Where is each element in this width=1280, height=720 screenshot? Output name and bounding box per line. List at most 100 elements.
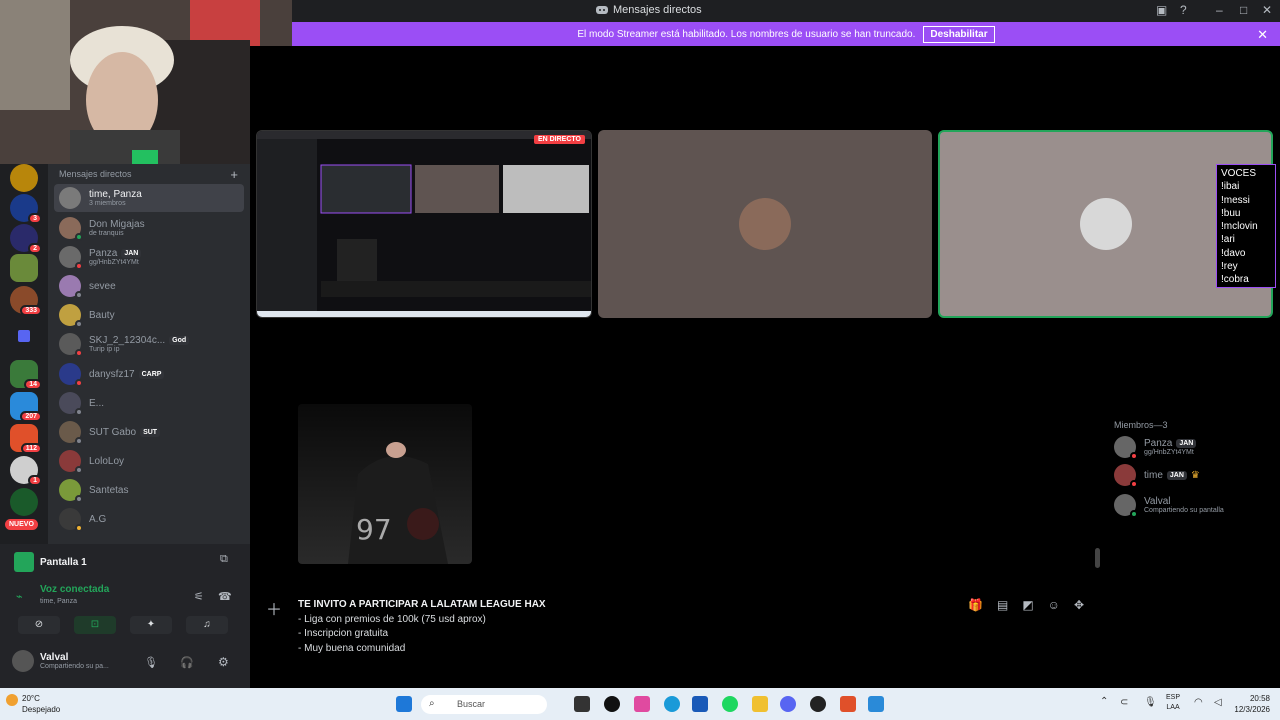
sticker-icon[interactable]: ◩: [1022, 598, 1033, 612]
dm-item[interactable]: A.G: [54, 505, 244, 533]
start-icon[interactable]: [396, 696, 412, 712]
avatar: [59, 217, 83, 241]
server-icon[interactable]: 207: [10, 392, 42, 422]
discord-app-icon[interactable]: [780, 696, 796, 712]
soundboard-button[interactable]: ♫: [186, 616, 228, 634]
server-icon[interactable]: 3: [10, 194, 42, 224]
voice-panel: Pantalla 1 ⧉ ⌁ Voz conectada time, Panza…: [0, 544, 250, 688]
server-icon[interactable]: 333: [10, 286, 42, 316]
popout-icon[interactable]: ⧉: [220, 553, 228, 566]
taskbar-search[interactable]: Buscar: [421, 695, 547, 714]
voice-status: Voz conectada: [40, 584, 110, 595]
server-icon[interactable]: [10, 254, 38, 282]
activities-button[interactable]: ✦: [130, 616, 172, 634]
volume-icon[interactable]: ◁: [1214, 697, 1222, 708]
server-icon[interactable]: 1: [10, 456, 42, 486]
signal-icon[interactable]: ⌁: [16, 590, 23, 603]
avatar: [739, 198, 791, 250]
headphones-icon[interactable]: 🎧: [180, 656, 194, 669]
mic-tray-icon[interactable]: 🎙: [1144, 697, 1157, 708]
dm-item[interactable]: danysfz17 CARP: [54, 360, 244, 388]
gift-icon[interactable]: 🎁: [968, 598, 983, 612]
clock[interactable]: 20:58 12/3/2026: [1234, 693, 1270, 715]
dm-item[interactable]: E...: [54, 389, 244, 417]
member-item[interactable]: time JAN ♛: [1114, 464, 1200, 488]
avatar: [1079, 198, 1132, 250]
spotify-icon[interactable]: [722, 696, 738, 712]
stream-preview: [257, 131, 591, 317]
member-item[interactable]: Valval Compartiendo su pantalla: [1114, 494, 1224, 518]
dm-name: danysfz17 CARP: [89, 369, 165, 380]
avatar: [59, 421, 83, 445]
folder-icon[interactable]: [752, 696, 768, 712]
inbox-icon[interactable]: ▣: [1156, 3, 1167, 17]
maximize-button[interactable]: □: [1240, 3, 1247, 17]
server-icon[interactable]: 14: [10, 360, 42, 390]
editor-icon[interactable]: [868, 696, 884, 712]
server-icon[interactable]: 2: [10, 224, 42, 254]
disconnect-icon[interactable]: ☎: [218, 590, 232, 603]
create-dm-icon[interactable]: +: [230, 167, 238, 182]
close-window-button[interactable]: ✕: [1262, 3, 1272, 17]
gear-icon[interactable]: ⚙: [218, 655, 229, 669]
search-text: Buscar: [457, 699, 486, 709]
message-input[interactable]: TE INVITO A PARTICIPAR A LALATAM LEAGUE …: [298, 598, 546, 657]
participant-tile[interactable]: [598, 130, 932, 318]
camera-button[interactable]: ⊘: [18, 616, 60, 634]
server-icon[interactable]: [10, 164, 38, 192]
minimize-button[interactable]: –: [1216, 3, 1223, 17]
obs-icon[interactable]: [810, 696, 826, 712]
server-icon[interactable]: 112: [10, 424, 42, 454]
gif-icon[interactable]: ▤: [997, 598, 1008, 612]
task-view-icon[interactable]: [574, 696, 590, 712]
member-status: Compartiendo su pantalla: [1144, 507, 1224, 514]
server-icon[interactable]: [10, 488, 38, 516]
stream-tile[interactable]: EN DIRECTO: [256, 130, 592, 318]
disable-streamer-button[interactable]: Deshabilitar: [923, 25, 995, 43]
member-item[interactable]: Panza JAN gg/HnbZYt4YMt: [1114, 436, 1197, 460]
message-composer[interactable]: ＋ TE INVITO A PARTICIPAR A LALATAM LEAGU…: [256, 586, 1098, 684]
avatar: [59, 392, 83, 416]
emoji-icon[interactable]: ☺: [1048, 598, 1060, 612]
wifi-icon[interactable]: ◠: [1194, 697, 1203, 708]
message-title: TE INVITO A PARTICIPAR A LALATAM LEAGUE …: [298, 599, 546, 610]
dm-tag: God: [169, 336, 190, 345]
mic-icon[interactable]: 🎙: [144, 656, 158, 669]
store-icon[interactable]: [692, 696, 708, 712]
dm-item[interactable]: LoloLoy: [54, 447, 244, 475]
network-icon[interactable]: ⊂: [1120, 697, 1128, 708]
dm-name-text: SUT Gabo: [89, 426, 137, 438]
dm-item[interactable]: time, Panza 3 miembros: [54, 184, 244, 212]
folder-icon[interactable]: [18, 330, 30, 342]
clock-date: 12/3/2026: [1234, 705, 1270, 714]
language-indicator[interactable]: ESP LAA: [1166, 693, 1180, 713]
noise-suppression-icon[interactable]: ⚟: [194, 590, 204, 603]
dm-item[interactable]: sevee: [54, 272, 244, 300]
screen-share-button[interactable]: ⊡: [74, 616, 116, 634]
chevron-up-icon[interactable]: ⌃: [1100, 696, 1108, 707]
weather-icon[interactable]: [6, 694, 18, 706]
dm-sub: de tranquis: [89, 230, 124, 237]
weather-widget[interactable]: 20°C Despejado: [22, 693, 60, 715]
copilot-icon[interactable]: [634, 696, 650, 712]
dm-item[interactable]: SKJ_2_12304c... God Turip ip ip: [54, 330, 244, 358]
dm-item[interactable]: Panza JAN gg/HnbZYt4YMt: [54, 243, 244, 271]
unread-badge: 2: [28, 243, 42, 254]
member-name: Valval: [1144, 496, 1171, 507]
attach-icon[interactable]: ＋: [266, 596, 282, 620]
voice-channel[interactable]: time, Panza: [40, 598, 77, 605]
dm-item[interactable]: SUT Gabo SUT: [54, 418, 244, 446]
user-panel[interactable]: Valval Compartiendo su pa...: [12, 650, 109, 672]
brave-icon[interactable]: [840, 696, 856, 712]
member-name: time JAN ♛: [1144, 470, 1200, 481]
dm-item[interactable]: Don Migajas de tranquis: [54, 214, 244, 242]
close-banner-icon[interactable]: ✕: [1257, 27, 1268, 43]
edge-icon[interactable]: [664, 696, 680, 712]
dm-sub: gg/HnbZYt4YMt: [89, 259, 139, 266]
dm-item[interactable]: Bauty: [54, 301, 244, 329]
help-icon[interactable]: ?: [1180, 3, 1187, 17]
screen-share-row[interactable]: Pantalla 1: [14, 552, 87, 572]
app-icon[interactable]: [604, 696, 620, 712]
dm-item[interactable]: Santetas: [54, 476, 244, 504]
apps-icon[interactable]: ✥: [1074, 598, 1084, 612]
